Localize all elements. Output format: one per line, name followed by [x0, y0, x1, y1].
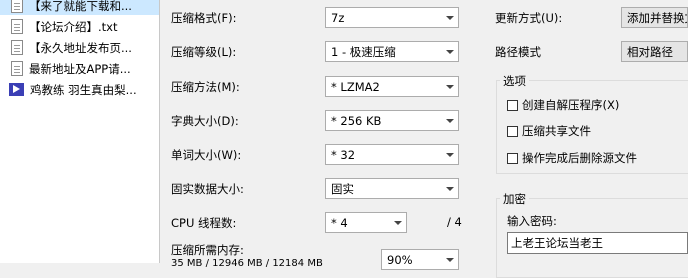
level-label: 压缩等级(L):	[171, 45, 237, 59]
text-file-icon	[11, 61, 23, 76]
checkbox-box[interactable]	[507, 125, 518, 137]
checkbox-box[interactable]	[507, 152, 518, 164]
file-item[interactable]: 鸡教练 羽生真由梨...	[0, 80, 159, 99]
encrypt-title: 加密	[500, 191, 529, 207]
file-list[interactable]: 【来了就能下载和... 【论坛介绍】.txt 【永久地址发布页... 最新地址及…	[0, 0, 160, 263]
file-name: 【来了就能下载和...	[29, 0, 132, 13]
update-select[interactable]: 添加并替换文	[621, 7, 688, 28]
create-sfx-checkbox[interactable]: 创建自解压程序(X)	[507, 97, 619, 113]
dict-label: 字典大小(D):	[171, 114, 239, 128]
compress-shared-checkbox[interactable]: 压缩共享文件	[507, 123, 591, 139]
checkbox-label: 创建自解压程序(X)	[522, 98, 620, 112]
checkbox-label: 压缩共享文件	[522, 124, 591, 138]
word-label: 单词大小(W):	[171, 148, 242, 162]
path-value: 相对路径	[627, 44, 673, 59]
threads-value: * 4	[331, 215, 348, 230]
file-item[interactable]: 最新地址及APP请...	[0, 59, 159, 78]
format-select[interactable]: 7z	[325, 7, 459, 28]
update-label: 更新方式(U):	[495, 11, 563, 25]
chevron-down-icon	[442, 77, 458, 96]
memory-percent-select[interactable]: 90%	[381, 249, 459, 270]
text-file-icon	[11, 40, 23, 55]
chevron-down-icon	[442, 179, 458, 198]
threads-max: / 4	[447, 215, 462, 229]
format-value: 7z	[331, 10, 345, 25]
memory-usage: 35 MB / 12946 MB / 12184 MB	[171, 258, 323, 269]
method-select[interactable]: * LZMA2	[325, 76, 459, 97]
memory-label: 压缩所需内存:	[171, 243, 244, 257]
checkbox-box[interactable]	[507, 99, 518, 111]
checkbox-label: 操作完成后删除源文件	[522, 151, 637, 165]
threads-label: CPU 线程数:	[171, 216, 237, 230]
chevron-down-icon	[442, 8, 458, 27]
text-file-icon	[11, 19, 23, 34]
text-file-icon	[11, 0, 23, 13]
path-label: 路径模式	[495, 45, 541, 59]
chevron-down-icon	[442, 145, 458, 164]
chevron-down-icon	[442, 42, 458, 61]
file-name: 鸡教练 羽生真由梨...	[30, 82, 137, 97]
level-select[interactable]: 1 - 极速压缩	[325, 41, 459, 62]
level-value: 1 - 极速压缩	[331, 44, 396, 59]
solid-label: 固实数据大小:	[171, 182, 244, 196]
video-file-icon	[9, 83, 24, 96]
dict-select[interactable]: * 256 KB	[325, 110, 459, 131]
chevron-down-icon	[390, 213, 406, 232]
chevron-down-icon	[442, 250, 458, 269]
path-select[interactable]: 相对路径	[621, 41, 688, 62]
word-select[interactable]: * 32	[325, 144, 459, 165]
password-label: 输入密码:	[507, 214, 557, 228]
file-item[interactable]: 【论坛介绍】.txt	[0, 17, 159, 36]
password-value: 上老王论坛当老王	[511, 236, 603, 250]
format-label: 压缩格式(F):	[171, 11, 237, 25]
solid-value: 固实	[331, 181, 354, 196]
file-name: 【永久地址发布页...	[29, 40, 132, 55]
memory-percent-value: 90%	[387, 252, 413, 267]
file-item[interactable]: 【永久地址发布页...	[0, 38, 159, 57]
threads-select[interactable]: * 4	[325, 212, 407, 233]
chevron-down-icon	[442, 111, 458, 130]
dict-value: * 256 KB	[331, 113, 382, 128]
options-title: 选项	[500, 73, 529, 89]
method-label: 压缩方法(M):	[171, 80, 240, 94]
delete-after-checkbox[interactable]: 操作完成后删除源文件	[507, 150, 637, 166]
file-name: 【论坛介绍】.txt	[29, 19, 118, 34]
file-item[interactable]: 【来了就能下载和...	[0, 0, 159, 15]
file-name: 最新地址及APP请...	[29, 61, 131, 76]
update-value: 添加并替换文	[627, 10, 687, 25]
password-input[interactable]: 上老王论坛当老王	[507, 232, 688, 254]
method-value: * LZMA2	[331, 79, 380, 94]
word-value: * 32	[331, 147, 356, 162]
solid-select[interactable]: 固实	[325, 178, 459, 199]
